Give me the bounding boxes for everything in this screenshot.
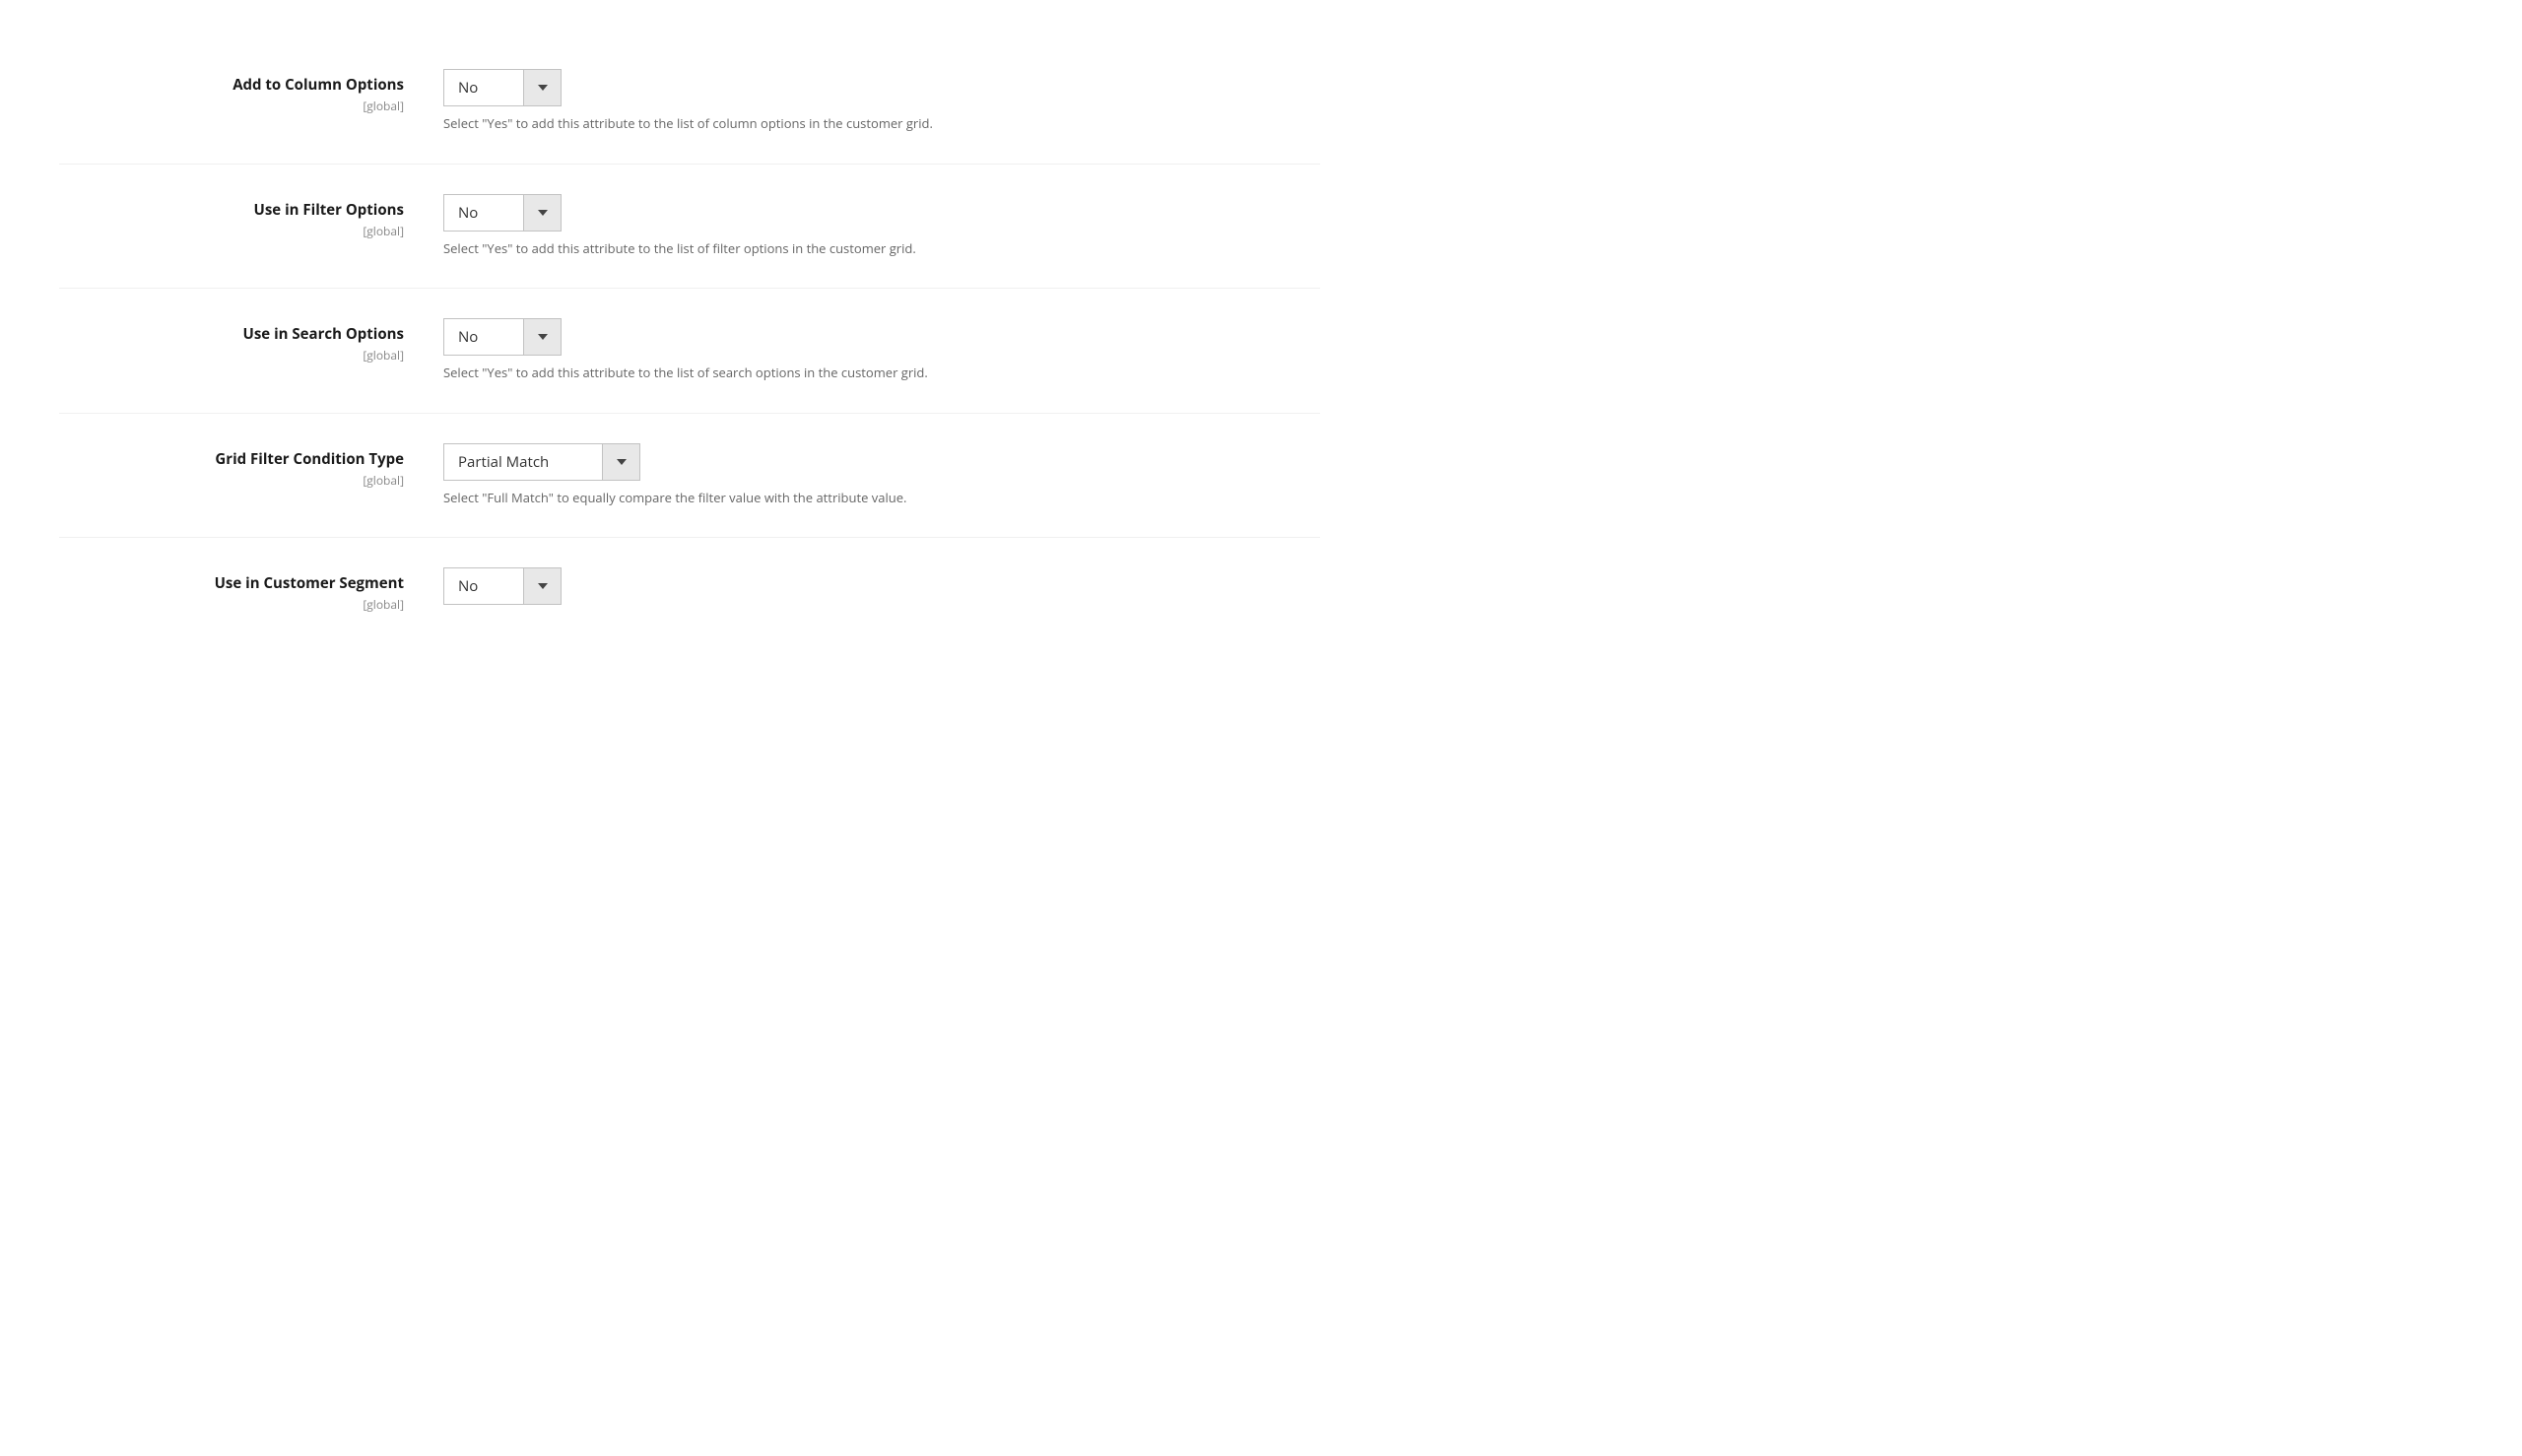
- input-col-use-in-search-options: No Select "Yes" to add this attribute to …: [433, 318, 1320, 383]
- chevron-down-icon: [538, 583, 548, 589]
- chevron-down-icon: [617, 459, 627, 465]
- select-value-use-in-filter-options: No: [444, 195, 523, 231]
- field-scope-grid-filter-condition-type: [global]: [59, 472, 404, 489]
- input-col-grid-filter-condition-type: Partial Match Select "Full Match" to equa…: [433, 443, 1320, 508]
- select-arrow-use-in-filter-options[interactable]: [523, 195, 561, 231]
- form-container: Add to Column Options [global] No Select "Y…: [0, 0, 1379, 682]
- input-col-add-to-column-options: No Select "Yes" to add this attribute to …: [433, 69, 1320, 134]
- form-row-use-in-customer-segment: Use in Customer Segment [global] No: [59, 538, 1320, 642]
- form-row-use-in-search-options: Use in Search Options [global] No Select "Y…: [59, 289, 1320, 414]
- select-wrapper-use-in-filter-options[interactable]: No: [443, 194, 562, 232]
- select-value-use-in-customer-segment: No: [444, 568, 523, 604]
- field-scope-add-to-column-options: [global]: [59, 98, 404, 114]
- field-hint-use-in-search-options: Select "Yes" to add this attribute to th…: [443, 364, 1133, 383]
- field-hint-add-to-column-options: Select "Yes" to add this attribute to th…: [443, 114, 1133, 134]
- label-col-add-to-column-options: Add to Column Options [global]: [59, 69, 433, 114]
- select-wrapper-add-to-column-options[interactable]: No: [443, 69, 562, 106]
- chevron-down-icon: [538, 85, 548, 91]
- label-col-use-in-customer-segment: Use in Customer Segment [global]: [59, 567, 433, 613]
- input-col-use-in-customer-segment: No: [433, 567, 1320, 605]
- select-wrapper-grid-filter-condition-type[interactable]: Partial Match: [443, 443, 640, 481]
- label-col-use-in-filter-options: Use in Filter Options [global]: [59, 194, 433, 239]
- label-col-use-in-search-options: Use in Search Options [global]: [59, 318, 433, 364]
- select-arrow-add-to-column-options[interactable]: [523, 70, 561, 105]
- select-wrapper-use-in-customer-segment[interactable]: No: [443, 567, 562, 605]
- form-row-add-to-column-options: Add to Column Options [global] No Select "Y…: [59, 39, 1320, 165]
- field-label-use-in-search-options: Use in Search Options: [59, 324, 404, 345]
- select-arrow-use-in-search-options[interactable]: [523, 319, 561, 355]
- field-label-add-to-column-options: Add to Column Options: [59, 75, 404, 96]
- field-label-use-in-filter-options: Use in Filter Options: [59, 200, 404, 221]
- form-row-grid-filter-condition-type: Grid Filter Condition Type [global] Partia…: [59, 414, 1320, 539]
- label-col-grid-filter-condition-type: Grid Filter Condition Type [global]: [59, 443, 433, 489]
- field-label-grid-filter-condition-type: Grid Filter Condition Type: [59, 449, 404, 470]
- field-scope-use-in-filter-options: [global]: [59, 223, 404, 239]
- field-hint-use-in-filter-options: Select "Yes" to add this attribute to th…: [443, 239, 1133, 259]
- select-arrow-use-in-customer-segment[interactable]: [523, 568, 561, 604]
- field-scope-use-in-customer-segment: [global]: [59, 596, 404, 613]
- select-arrow-grid-filter-condition-type[interactable]: [602, 444, 639, 480]
- select-value-grid-filter-condition-type: Partial Match: [444, 444, 602, 480]
- chevron-down-icon: [538, 210, 548, 216]
- form-row-use-in-filter-options: Use in Filter Options [global] No Select "Y…: [59, 165, 1320, 290]
- select-wrapper-use-in-search-options[interactable]: No: [443, 318, 562, 356]
- field-label-use-in-customer-segment: Use in Customer Segment: [59, 573, 404, 594]
- field-scope-use-in-search-options: [global]: [59, 347, 404, 364]
- select-value-use-in-search-options: No: [444, 319, 523, 355]
- chevron-down-icon: [538, 334, 548, 340]
- select-value-add-to-column-options: No: [444, 70, 523, 105]
- input-col-use-in-filter-options: No Select "Yes" to add this attribute to …: [433, 194, 1320, 259]
- field-hint-grid-filter-condition-type: Select "Full Match" to equally compare t…: [443, 489, 1133, 508]
